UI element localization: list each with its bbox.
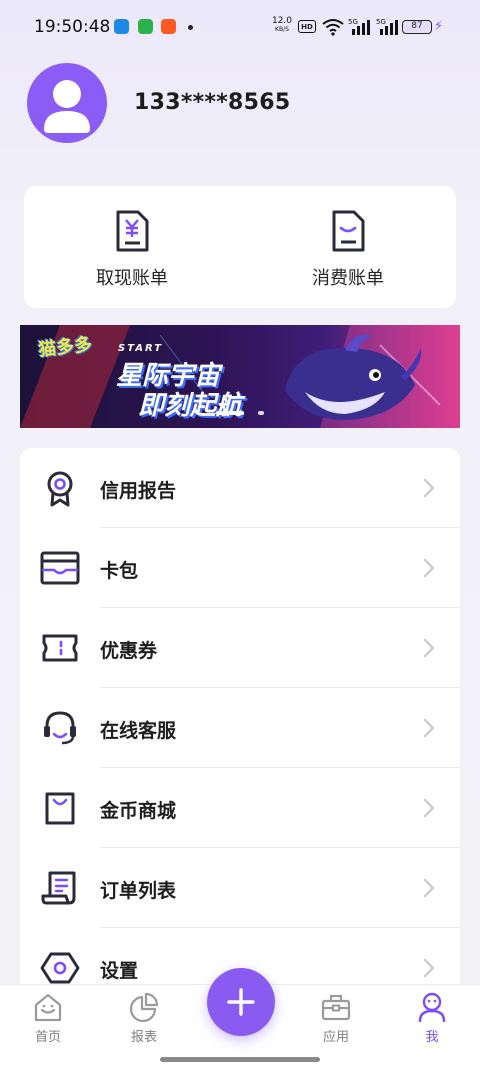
bills-card: 取现账单 消费账单 bbox=[24, 186, 456, 308]
banner-dot-active[interactable] bbox=[216, 411, 244, 415]
battery-icon: 87 bbox=[402, 20, 432, 34]
avatar[interactable] bbox=[27, 63, 107, 143]
signal-icon: 5G bbox=[376, 18, 398, 35]
menu-item-order-list[interactable]: 订单列表 bbox=[20, 848, 460, 928]
menu-item-label: 信用报告 bbox=[100, 480, 177, 502]
network-speed: 12.0 KB/S bbox=[271, 16, 293, 34]
cash-bill-label: 取现账单 bbox=[96, 268, 168, 289]
profile-icon bbox=[418, 992, 446, 1023]
banner-dot[interactable] bbox=[258, 411, 264, 415]
menu-item-label: 金币商城 bbox=[100, 800, 177, 822]
yuan-receipt-icon bbox=[116, 210, 149, 252]
nav-me[interactable]: 我 bbox=[384, 985, 480, 1049]
menu-item-card-wallet[interactable]: 卡包 bbox=[20, 528, 460, 608]
hd-badge: HD bbox=[298, 20, 316, 33]
plus-icon bbox=[227, 988, 255, 1016]
chevron-right-icon bbox=[423, 558, 435, 578]
chevron-right-icon bbox=[423, 958, 435, 978]
shopping-bag-icon bbox=[45, 792, 75, 825]
nav-home[interactable]: 首页 bbox=[0, 985, 96, 1049]
dot-icon bbox=[188, 25, 193, 30]
chevron-right-icon bbox=[423, 878, 435, 898]
home-indicator[interactable] bbox=[160, 1057, 320, 1062]
charging-icon: ⚡ bbox=[434, 19, 444, 34]
menu-item-credit-report[interactable]: 信用报告 bbox=[20, 448, 460, 528]
signal-icon: 5G bbox=[348, 18, 370, 35]
status-time: 19:50:48 bbox=[34, 17, 111, 37]
banner-title-line2: 即刻起航 bbox=[138, 391, 243, 421]
menu-item-coupons[interactable]: 优惠券 bbox=[20, 608, 460, 688]
award-medal-icon bbox=[47, 471, 73, 507]
svg-text:5G: 5G bbox=[376, 18, 386, 26]
headset-icon bbox=[44, 711, 76, 745]
ticket-coupon-icon bbox=[42, 634, 78, 662]
app-blue-icon bbox=[114, 19, 129, 34]
svg-text:5G: 5G bbox=[348, 18, 358, 26]
pie-chart-icon bbox=[129, 992, 159, 1023]
menu-item-label: 订单列表 bbox=[100, 880, 177, 902]
status-bar: 19:50:48 12.0 KB/S HD 5G 5G 87 ⚡ bbox=[0, 0, 480, 56]
chevron-right-icon bbox=[423, 638, 435, 658]
document-icon bbox=[332, 210, 365, 252]
chevron-right-icon bbox=[423, 798, 435, 818]
menu-item-label: 设置 bbox=[100, 960, 139, 982]
user-phone: 133****8565 bbox=[134, 90, 291, 115]
menu-item-label: 在线客服 bbox=[100, 720, 177, 742]
whale-illustration bbox=[285, 334, 422, 420]
taobao-icon bbox=[161, 19, 176, 34]
nav-label: 报表 bbox=[130, 1030, 157, 1045]
phone-green-icon bbox=[138, 19, 153, 34]
nav-reports[interactable]: 报表 bbox=[96, 985, 192, 1049]
chevron-right-icon bbox=[423, 478, 435, 498]
order-list-icon bbox=[41, 871, 76, 905]
settings-hexagon-icon bbox=[40, 952, 80, 984]
nav-label: 应用 bbox=[322, 1030, 349, 1045]
promo-banner[interactable]: 猫多多 START 星际宇宙 即刻起航 bbox=[20, 325, 460, 428]
user-avatar-icon bbox=[44, 80, 90, 133]
nav-apps[interactable]: 应用 bbox=[288, 985, 384, 1049]
add-button[interactable] bbox=[207, 968, 275, 1036]
nav-label: 首页 bbox=[34, 1030, 61, 1045]
banner-start-text: START bbox=[118, 343, 164, 354]
menu-item-coin-mall[interactable]: 金币商城 bbox=[20, 768, 460, 848]
toolbox-icon bbox=[321, 994, 351, 1021]
menu-list: 信用报告 卡包 优惠券 在线客服 金币商城 订单列表 设置 bbox=[20, 448, 460, 1008]
card-wallet-icon bbox=[40, 551, 80, 585]
cash-bill-button[interactable]: 取现账单 bbox=[24, 186, 240, 308]
spend-bill-button[interactable]: 消费账单 bbox=[240, 186, 456, 308]
menu-item-customer-service[interactable]: 在线客服 bbox=[20, 688, 460, 768]
spend-bill-label: 消费账单 bbox=[312, 268, 384, 289]
menu-item-label: 卡包 bbox=[100, 560, 139, 582]
wifi-icon bbox=[322, 19, 344, 36]
chevron-right-icon bbox=[423, 718, 435, 738]
menu-item-label: 优惠券 bbox=[100, 640, 158, 662]
nav-label: 我 bbox=[425, 1030, 439, 1045]
home-icon bbox=[34, 993, 62, 1022]
